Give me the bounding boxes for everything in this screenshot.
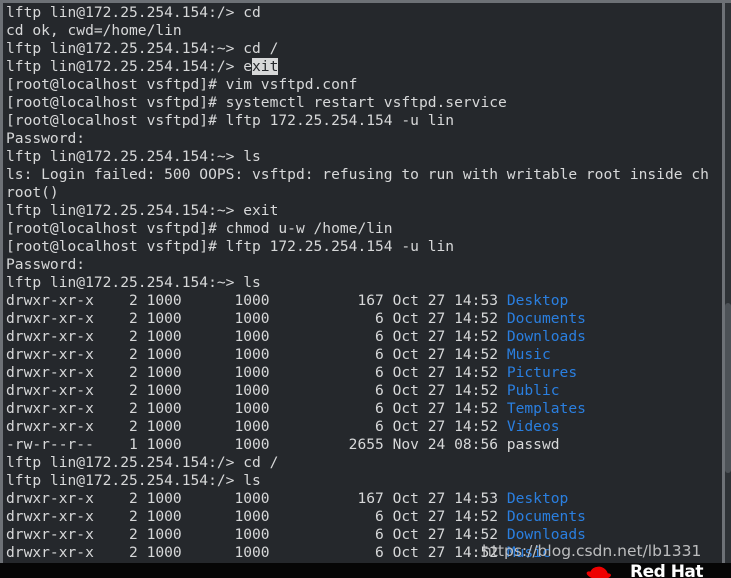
terminal-text: cd ok, cwd=/home/lin xyxy=(6,22,182,39)
terminal-line: lftp lin@172.25.254.154:~> ls xyxy=(3,148,722,166)
terminal-text: [root@localhost vsftpd]# systemctl resta… xyxy=(6,94,507,111)
terminal-line: lftp lin@172.25.254.154:/> cd / xyxy=(3,454,722,472)
terminal-line: drwxr-xr-x 2 1000 1000 6 Oct 27 14:52 Do… xyxy=(3,328,722,346)
redhat-branding-bar: Red Hat xyxy=(0,563,731,578)
directory-name: Desktop xyxy=(506,490,569,507)
scrollbar-thumb[interactable] xyxy=(725,303,731,473)
terminal-line: drwxr-xr-x 2 1000 1000 6 Oct 27 14:52 Do… xyxy=(3,310,722,328)
terminal-text: Password: xyxy=(6,130,86,147)
terminal-line: Password: xyxy=(3,130,722,148)
terminal-line: lftp lin@172.25.254.154:~> exit xyxy=(3,202,722,220)
terminal-line: [root@localhost vsftpd]# lftp 172.25.254… xyxy=(3,112,722,130)
window-border-top xyxy=(0,0,731,3)
terminal-line: root() xyxy=(3,184,722,202)
terminal-text: lftp lin@172.25.254.154:/> e xyxy=(6,58,253,75)
terminal-line: ls: Login failed: 500 OOPS: vsftpd: refu… xyxy=(3,166,722,184)
terminal-text: drwxr-xr-x 2 1000 1000 6 Oct 27 14:52 xyxy=(6,346,507,363)
terminal-line: drwxr-xr-x 2 1000 1000 167 Oct 27 14:53 … xyxy=(3,292,722,310)
terminal-text: [root@localhost vsftpd]# vim vsftpd.conf xyxy=(6,76,358,93)
terminal-line: -rw-r--r-- 1 1000 1000 2655 Nov 24 08:56… xyxy=(3,436,722,454)
terminal-text: lftp lin@172.25.254.154:~> exit xyxy=(6,202,279,219)
terminal-text: drwxr-xr-x 2 1000 1000 6 Oct 27 14:52 xyxy=(6,526,507,543)
directory-name: Documents xyxy=(506,310,586,327)
terminal-text: -rw-r--r-- 1 1000 1000 2655 Nov 24 08:56… xyxy=(6,436,560,453)
terminal-text: lftp lin@172.25.254.154:/> cd xyxy=(6,4,261,21)
terminal-text: drwxr-xr-x 2 1000 1000 6 Oct 27 14:52 xyxy=(6,328,507,345)
terminal-line: drwxr-xr-x 2 1000 1000 6 Oct 27 14:52 Pi… xyxy=(3,364,722,382)
terminal-text: drwxr-xr-x 2 1000 1000 6 Oct 27 14:52 xyxy=(6,418,507,435)
terminal-scrollbar[interactable] xyxy=(725,3,731,563)
terminal-text: Password: xyxy=(6,256,86,273)
terminal-line: lftp lin@172.25.254.154:~> ls xyxy=(3,274,722,292)
terminal-text: drwxr-xr-x 2 1000 1000 167 Oct 27 14:53 xyxy=(6,292,507,309)
terminal-line: [root@localhost vsftpd]# systemctl resta… xyxy=(3,94,722,112)
terminal-text: drwxr-xr-x 2 1000 1000 6 Oct 27 14:52 xyxy=(6,382,507,399)
terminal-line: lftp lin@172.25.254.154:/> ls xyxy=(3,472,722,490)
directory-name: Pictures xyxy=(506,364,578,381)
terminal-line: [root@localhost vsftpd]# chmod u-w /home… xyxy=(3,220,722,238)
redhat-wordmark: Red Hat xyxy=(630,563,704,578)
terminal-line: drwxr-xr-x 2 1000 1000 6 Oct 27 14:52 Te… xyxy=(3,400,722,418)
terminal-text: lftp lin@172.25.254.154:~> ls xyxy=(6,148,261,165)
terminal-line: lftp lin@172.25.254.154:/> exit xyxy=(3,58,722,76)
terminal-text: drwxr-xr-x 2 1000 1000 6 Oct 27 14:52 xyxy=(6,364,507,381)
directory-name: Templates xyxy=(506,400,586,417)
terminal-line: drwxr-xr-x 2 1000 1000 6 Oct 27 14:52 Do… xyxy=(3,508,722,526)
terminal-line: Password: xyxy=(3,256,722,274)
terminal-line: drwxr-xr-x 2 1000 1000 167 Oct 27 14:53 … xyxy=(3,490,722,508)
terminal-line: drwxr-xr-x 2 1000 1000 6 Oct 27 14:52 Vi… xyxy=(3,418,722,436)
terminal-text: drwxr-xr-x 2 1000 1000 6 Oct 27 14:52 xyxy=(6,508,507,525)
terminal-text: lftp lin@172.25.254.154:/> ls xyxy=(6,472,261,489)
directory-name: Desktop xyxy=(506,292,569,309)
terminal-text: drwxr-xr-x 2 1000 1000 6 Oct 27 14:52 xyxy=(6,544,507,561)
terminal-text: lftp lin@172.25.254.154:~> ls xyxy=(6,274,261,291)
selected-text: xit xyxy=(252,58,279,75)
directory-name: Documents xyxy=(506,508,586,525)
terminal-text: drwxr-xr-x 2 1000 1000 6 Oct 27 14:52 xyxy=(6,400,507,417)
directory-name: Public xyxy=(506,382,560,399)
terminal-text: ls: Login failed: 500 OOPS: vsftpd: refu… xyxy=(6,166,709,183)
redhat-logo-icon xyxy=(578,563,624,578)
terminal-line: lftp lin@172.25.254.154:~> cd / xyxy=(3,40,722,58)
directory-name: Music xyxy=(506,346,551,363)
terminal-text: lftp lin@172.25.254.154:/> cd / xyxy=(6,454,279,471)
csdn-watermark: https://blog.csdn.net/lb1331 xyxy=(482,542,702,560)
terminal-text: [root@localhost vsftpd]# lftp 172.25.254… xyxy=(6,112,455,129)
terminal-text: [root@localhost vsftpd]# lftp 172.25.254… xyxy=(6,238,455,255)
terminal-text: lftp lin@172.25.254.154:~> cd / xyxy=(6,40,279,57)
terminal-text: drwxr-xr-x 2 1000 1000 167 Oct 27 14:53 xyxy=(6,490,507,507)
terminal-line: [root@localhost vsftpd]# vim vsftpd.conf xyxy=(3,76,722,94)
directory-name: Downloads xyxy=(506,328,586,345)
terminal-line: lftp lin@172.25.254.154:/> cd xyxy=(3,4,722,22)
terminal-line: drwxr-xr-x 2 1000 1000 6 Oct 27 14:52 Pu… xyxy=(3,382,722,400)
terminal-line: drwxr-xr-x 2 1000 1000 6 Oct 27 14:52 Mu… xyxy=(3,346,722,364)
directory-name: Videos xyxy=(506,418,560,435)
terminal-line: cd ok, cwd=/home/lin xyxy=(3,22,722,40)
terminal-text: [root@localhost vsftpd]# chmod u-w /home… xyxy=(6,220,393,237)
terminal-line: [root@localhost vsftpd]# lftp 172.25.254… xyxy=(3,238,722,256)
terminal-output[interactable]: lftp lin@172.25.254.154:/> cd cd ok, cwd=… xyxy=(3,4,722,563)
terminal-text: drwxr-xr-x 2 1000 1000 6 Oct 27 14:52 xyxy=(6,310,507,327)
directory-name: Downloads xyxy=(506,526,586,543)
terminal-text: root() xyxy=(6,184,59,201)
terminal-window[interactable]: lftp lin@172.25.254.154:/> cd cd ok, cwd=… xyxy=(0,0,731,578)
